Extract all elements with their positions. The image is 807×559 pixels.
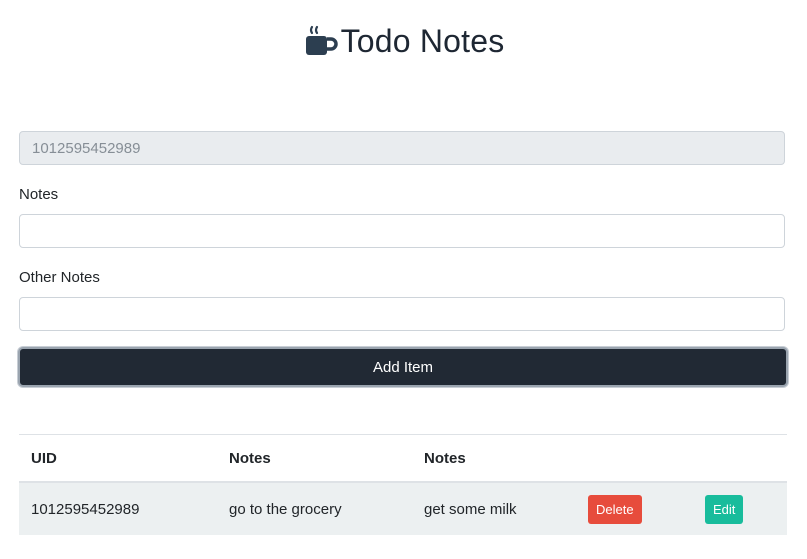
cell-edit: Edit (693, 482, 787, 535)
other-notes-field[interactable] (19, 297, 785, 331)
column-header-edit (693, 434, 787, 483)
table-row: 1012595452989 go to the grocery get some… (19, 482, 787, 535)
table-body: 1012595452989 go to the grocery get some… (19, 482, 787, 535)
table-header-row: UID Notes Notes (19, 434, 787, 483)
app-header: Todo Notes (0, 18, 807, 64)
table-header: UID Notes Notes (19, 434, 787, 483)
cell-notes: go to the grocery (217, 482, 412, 535)
cell-delete: Delete (576, 482, 693, 535)
notes-table: UID Notes Notes 1012595452989 go to the … (19, 434, 787, 535)
page-title: Todo Notes (340, 22, 505, 59)
edit-button[interactable]: Edit (705, 494, 744, 524)
uid-field[interactable] (19, 131, 785, 165)
notes-field[interactable] (19, 214, 785, 248)
cell-other-notes: get some milk (412, 482, 576, 535)
column-header-notes: Notes (217, 434, 412, 483)
cell-uid: 1012595452989 (19, 482, 217, 535)
add-item-button[interactable]: Add Item (18, 347, 788, 387)
delete-button[interactable]: Delete (588, 494, 642, 524)
column-header-uid: UID (19, 434, 217, 483)
notes-label: Notes (19, 186, 59, 203)
coffee-mug-icon (303, 23, 339, 59)
other-notes-label: Other Notes (19, 269, 100, 286)
column-header-delete (576, 434, 693, 483)
column-header-other-notes: Notes (412, 434, 576, 483)
page: Todo Notes Notes Other Notes Add Item UI… (0, 0, 807, 559)
